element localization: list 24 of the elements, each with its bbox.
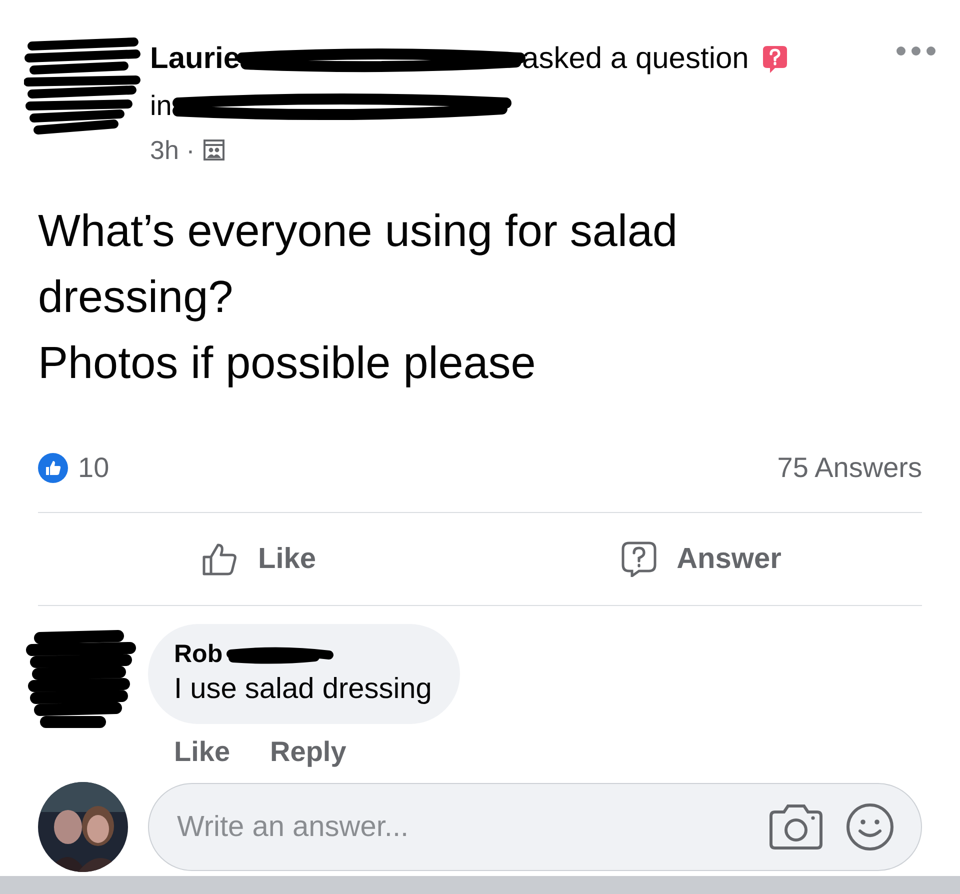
commenter-name[interactable]: Rob <box>174 640 223 669</box>
answer-count[interactable]: 75 Answers <box>777 452 922 484</box>
thumbs-up-icon <box>202 542 238 576</box>
post-time: 3h · <box>150 134 195 166</box>
question-icon <box>760 44 789 74</box>
post-action-text: asked a question <box>522 42 749 76</box>
like-button[interactable]: Like <box>38 513 480 605</box>
answer-input[interactable]: Write an answer... <box>175 784 747 870</box>
like-count[interactable]: 10 <box>78 452 110 484</box>
post-text: Photos if possible please <box>38 336 537 390</box>
comment-action-link[interactable]: Like <box>174 736 230 768</box>
author-name[interactable]: Laurie <box>150 42 240 76</box>
group-prefix: in <box>150 90 172 122</box>
answer-field[interactable]: Write an answer... <box>148 783 922 871</box>
comment-action-link[interactable]: Reply <box>270 736 346 768</box>
like-badge-icon <box>38 453 68 483</box>
group-icon <box>202 139 225 161</box>
question-bubble-icon <box>620 541 657 577</box>
camera-icon[interactable] <box>767 804 825 850</box>
more-options-icon[interactable] <box>896 46 936 56</box>
answer-button[interactable]: Answer <box>480 513 922 605</box>
post-text: What’s everyone using for salad dressing? <box>38 204 679 324</box>
comment-text: I use salad dressing <box>174 673 432 706</box>
emoji-icon[interactable] <box>845 802 895 852</box>
